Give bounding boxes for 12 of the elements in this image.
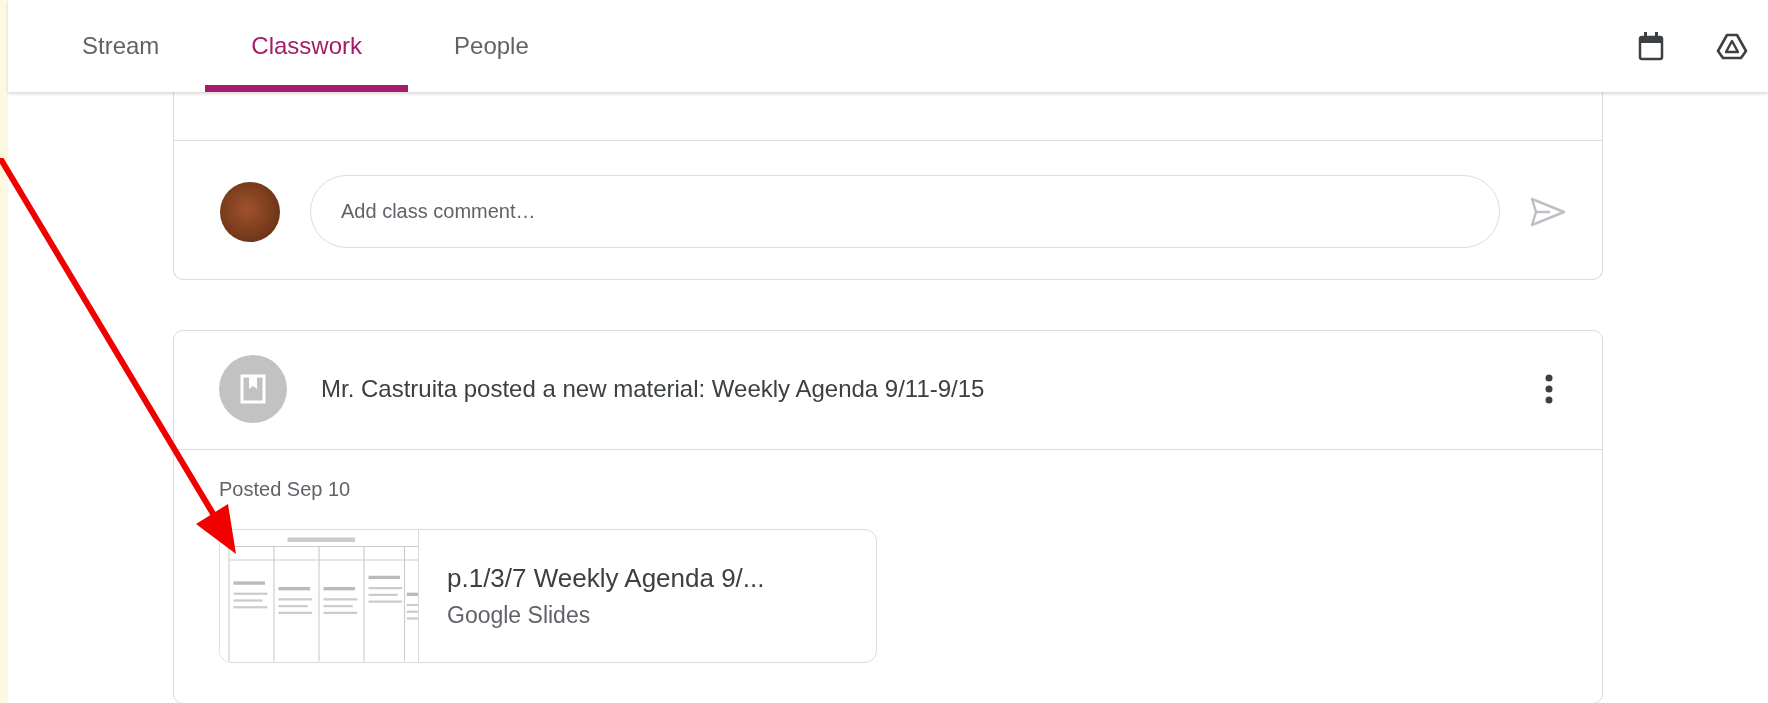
post-title: Mr. Castruita posted a new material: Weekly Agenda 9/11-9/15 [321, 375, 986, 403]
attachment-type: Google Slides [447, 602, 592, 629]
calendar-icon[interactable] [1638, 31, 1664, 61]
nav-tab[interactable]: Stream [36, 0, 206, 92]
nav-tab[interactable]: People [408, 0, 575, 92]
more-options-icon[interactable] [1544, 374, 1554, 404]
attachment-card[interactable]: p.1/3/7 Weekly Agenda 9/... Google Slides [219, 529, 877, 663]
comment-field[interactable]: Add class comment… [310, 175, 1500, 248]
bookmark-icon [219, 355, 287, 423]
attachment-title[interactable]: p.1/3/7 Weekly Agenda 9/... [447, 563, 765, 594]
triangle-icon[interactable] [1716, 32, 1748, 60]
posted-date: Posted Sep 10 [219, 478, 352, 501]
